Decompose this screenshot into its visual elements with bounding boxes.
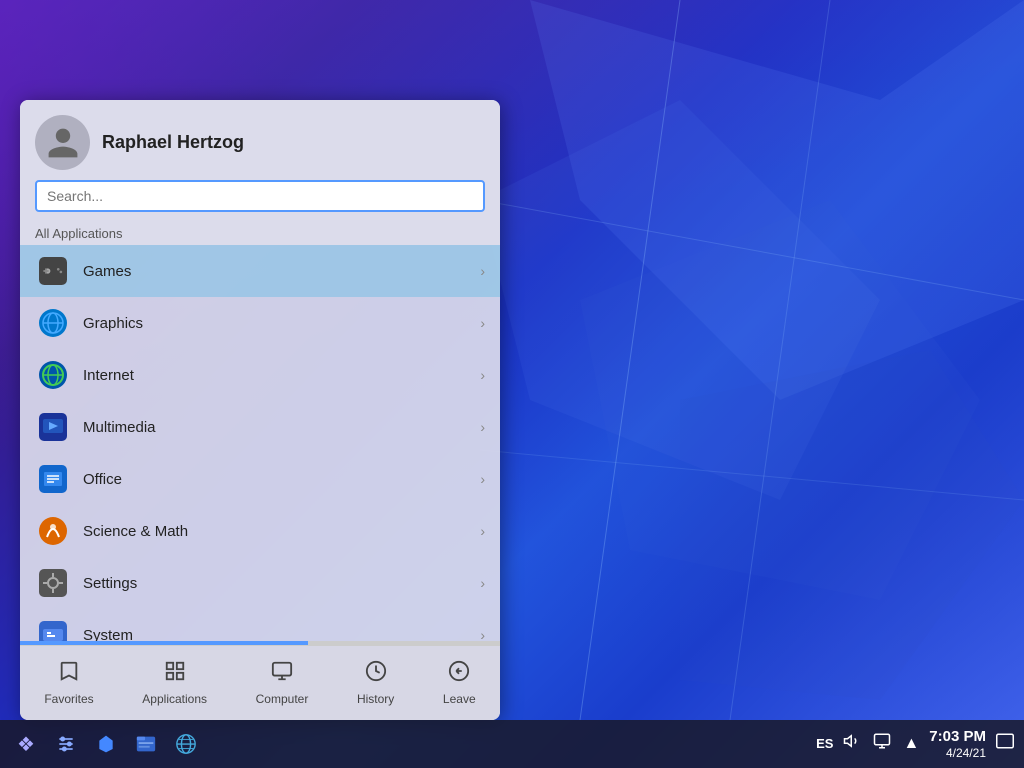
volume-icon[interactable] bbox=[841, 730, 863, 757]
all-apps-label: All Applications bbox=[20, 222, 500, 245]
internet-icon bbox=[35, 357, 71, 393]
clock-time: 7:03 PM bbox=[929, 728, 986, 746]
arrow-icon-scimath: › bbox=[480, 523, 485, 539]
menu-item-system[interactable]: System › bbox=[20, 609, 500, 641]
arrow-icon-graphics: › bbox=[480, 315, 485, 331]
user-name: Raphael Hertzog bbox=[102, 132, 244, 153]
taskbar: ❖ bbox=[0, 720, 1024, 768]
arrow-left-icon bbox=[448, 660, 470, 688]
app-menu: Raphael Hertzog All Applications Games ›… bbox=[20, 100, 500, 720]
nav-history[interactable]: History bbox=[342, 655, 409, 711]
menu-item-label-internet: Internet bbox=[83, 367, 480, 384]
nav-computer-label: Computer bbox=[256, 692, 309, 706]
menu-header: Raphael Hertzog bbox=[20, 100, 500, 180]
arrow-icon-system: › bbox=[480, 627, 485, 641]
search-input[interactable] bbox=[35, 180, 485, 212]
menu-item-label-office: Office bbox=[83, 471, 480, 488]
menu-item-settings[interactable]: Settings › bbox=[20, 557, 500, 609]
arrow-icon-internet: › bbox=[480, 367, 485, 383]
clock: 7:03 PM 4/24/21 bbox=[929, 728, 986, 760]
nav-favorites-label: Favorites bbox=[44, 692, 93, 706]
settings-icon bbox=[35, 565, 71, 601]
nav-applications-label: Applications bbox=[142, 692, 207, 706]
menu-item-graphics[interactable]: Graphics › bbox=[20, 297, 500, 349]
office-icon bbox=[35, 461, 71, 497]
bookmark-icon bbox=[58, 660, 80, 688]
games-icon bbox=[35, 253, 71, 289]
menu-item-office[interactable]: Office › bbox=[20, 453, 500, 505]
scimath-icon bbox=[35, 513, 71, 549]
nav-computer[interactable]: Computer bbox=[241, 655, 324, 711]
lang-indicator: ES bbox=[816, 736, 833, 751]
monitor-icon bbox=[271, 660, 293, 688]
menu-item-label-scimath: Science & Math bbox=[83, 523, 480, 540]
menu-item-label-multimedia: Multimedia bbox=[83, 419, 480, 436]
menu-item-games[interactable]: Games › bbox=[20, 245, 500, 297]
nav-leave-label: Leave bbox=[443, 692, 476, 706]
search-container bbox=[20, 180, 500, 222]
bottom-nav: Favorites Applications bbox=[20, 645, 500, 720]
graphics-icon bbox=[35, 305, 71, 341]
arrow-icon-multimedia: › bbox=[480, 419, 485, 435]
menu-list[interactable]: Games › Graphics › Internet › Multimedia… bbox=[20, 245, 500, 641]
taskbar-mixer[interactable] bbox=[48, 726, 84, 762]
clock-date: 4/24/21 bbox=[929, 746, 986, 760]
taskbar-right: ES ▲ 7:03 PM 4/24/21 bbox=[816, 728, 1016, 760]
arrow-icon-office: › bbox=[480, 471, 485, 487]
desktop-background-svg bbox=[480, 0, 1024, 720]
menu-item-scimath[interactable]: Science & Math › bbox=[20, 505, 500, 557]
menu-item-label-settings: Settings bbox=[83, 575, 480, 592]
menu-item-internet[interactable]: Internet › bbox=[20, 349, 500, 401]
nav-applications[interactable]: Applications bbox=[127, 655, 222, 711]
taskbar-app3[interactable] bbox=[88, 726, 124, 762]
tray-arrow-icon[interactable]: ▲ bbox=[901, 733, 921, 755]
menu-item-label-games: Games bbox=[83, 263, 480, 280]
clock-icon bbox=[365, 660, 387, 688]
menu-item-label-system: System bbox=[83, 627, 480, 642]
grid-icon bbox=[164, 660, 186, 688]
desktop: Raphael Hertzog All Applications Games ›… bbox=[0, 0, 1024, 768]
arrow-icon-settings: › bbox=[480, 575, 485, 591]
avatar bbox=[35, 115, 90, 170]
user-avatar-icon bbox=[45, 125, 81, 161]
multimedia-icon bbox=[35, 409, 71, 445]
arrow-icon-games: › bbox=[480, 263, 485, 279]
nav-history-label: History bbox=[357, 692, 394, 706]
menu-item-multimedia[interactable]: Multimedia › bbox=[20, 401, 500, 453]
nav-favorites[interactable]: Favorites bbox=[29, 655, 108, 711]
taskbar-network[interactable] bbox=[168, 726, 204, 762]
taskbar-files[interactable] bbox=[128, 726, 164, 762]
taskbar-kicker[interactable]: ❖ bbox=[8, 726, 44, 762]
display-icon[interactable] bbox=[871, 730, 893, 757]
system-icon bbox=[35, 617, 71, 641]
screen-icon[interactable] bbox=[994, 730, 1016, 757]
nav-leave[interactable]: Leave bbox=[428, 655, 491, 711]
menu-item-label-graphics: Graphics bbox=[83, 315, 480, 332]
